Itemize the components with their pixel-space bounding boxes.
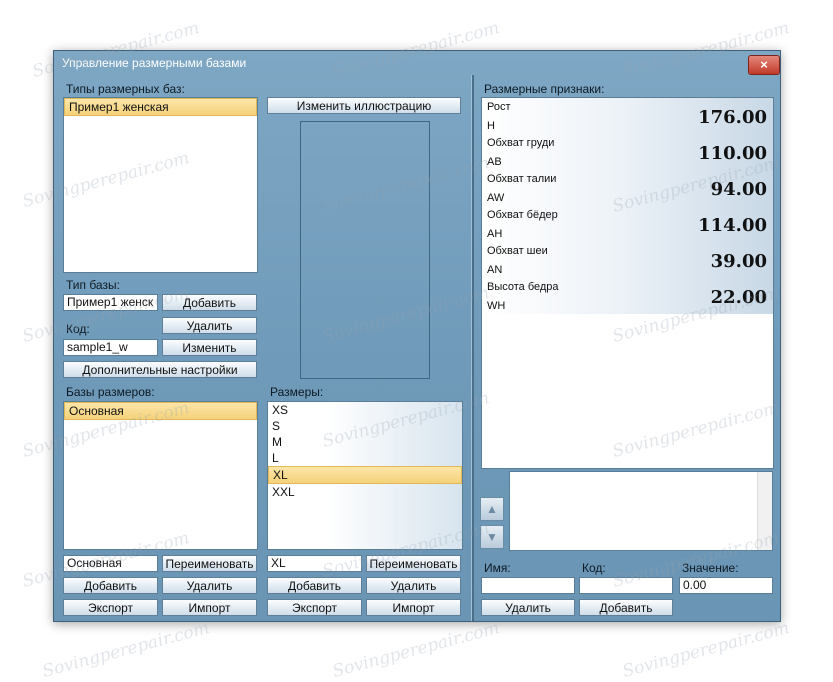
prop-name: Обхват груди <box>487 137 555 149</box>
prop-code: AW <box>487 192 505 204</box>
bases-label: Базы размеров: <box>66 385 155 399</box>
props-label: Размерные признаки: <box>484 82 605 96</box>
prop-code: AH <box>487 228 503 240</box>
list-item[interactable]: S <box>268 418 462 434</box>
code-label-right: Код: <box>582 561 606 575</box>
import-base-button[interactable]: Импорт <box>162 599 257 616</box>
types-label: Типы размерных баз: <box>66 82 185 96</box>
move-down-button[interactable]: ▼ <box>480 525 504 549</box>
prop-name: Обхват шеи <box>487 245 548 257</box>
add-base-button[interactable]: Добавить <box>63 577 158 594</box>
advanced-settings-button[interactable]: Дополнительные настройки <box>63 361 257 378</box>
export-base-button[interactable]: Экспорт <box>63 599 158 616</box>
close-button[interactable]: × <box>748 55 780 75</box>
prop-row[interactable]: Обхват шеи AN 39.00 <box>482 242 773 278</box>
list-item[interactable]: XS <box>268 402 462 418</box>
prop-row[interactable]: Обхват талии AW 94.00 <box>482 170 773 206</box>
arrow-up-icon: ▲ <box>486 502 498 516</box>
prop-value: 110.00 <box>698 143 767 164</box>
arrow-down-icon: ▼ <box>486 530 498 544</box>
prop-row[interactable]: Обхват бёдер AH 114.00 <box>482 206 773 242</box>
prop-code-input[interactable] <box>579 577 673 594</box>
prop-code: WH <box>487 300 506 312</box>
prop-code: AB <box>487 156 502 168</box>
prop-value: 114.00 <box>698 215 767 236</box>
add-type-button[interactable]: Добавить <box>162 294 257 311</box>
import-size-button[interactable]: Импорт <box>366 599 461 616</box>
panel-divider[interactable] <box>471 75 474 621</box>
base-type-input[interactable]: Пример1 женск <box>63 294 158 311</box>
name-label: Имя: <box>484 561 511 575</box>
list-item[interactable]: Пример1 женская <box>64 98 257 116</box>
list-item[interactable]: XXL <box>268 484 462 500</box>
types-list[interactable]: Пример1 женская <box>63 97 258 273</box>
size-props-list[interactable]: Рост H 176.00 Обхват груди AB 110.00 Обх… <box>481 97 774 469</box>
window-title: Управление размерными базами <box>62 56 247 70</box>
delete-prop-button[interactable]: Удалить <box>481 599 575 616</box>
prop-name: Обхват талии <box>487 173 557 185</box>
move-up-button[interactable]: ▲ <box>480 497 504 521</box>
value-label: Значение: <box>682 561 739 575</box>
base-type-label: Тип базы: <box>66 278 120 292</box>
list-item[interactable]: Основная <box>64 402 257 420</box>
prop-value: 94.00 <box>710 179 767 200</box>
code-input[interactable]: sample1_w <box>63 339 158 356</box>
prop-row[interactable]: Рост H 176.00 <box>482 98 773 134</box>
sizes-list[interactable]: XS S M L XL XXL <box>267 401 463 550</box>
watermark: Sovingperepair.com <box>330 618 502 682</box>
rename-size-button[interactable]: Переименовать <box>366 555 461 572</box>
scrollbar[interactable] <box>757 472 772 550</box>
delete-size-button[interactable]: Удалить <box>366 577 461 594</box>
title-bar[interactable]: Управление размерными базами × <box>54 51 780 75</box>
prop-value: 39.00 <box>710 251 767 272</box>
illustration-frame <box>300 121 430 379</box>
prop-name-input[interactable] <box>481 577 575 594</box>
prop-row[interactable]: Высота бедра WH 22.00 <box>482 278 773 314</box>
list-item[interactable]: L <box>268 450 462 466</box>
sizes-label: Размеры: <box>270 385 324 399</box>
prop-name: Рост <box>487 101 511 113</box>
prop-code: AN <box>487 264 503 276</box>
list-item[interactable]: XL <box>268 466 462 484</box>
change-type-button[interactable]: Изменить <box>162 339 257 356</box>
prop-value-input[interactable]: 0.00 <box>679 577 773 594</box>
base-name-input[interactable]: Основная <box>63 555 158 572</box>
list-item[interactable]: M <box>268 434 462 450</box>
prop-value: 22.00 <box>710 287 767 308</box>
export-size-button[interactable]: Экспорт <box>267 599 362 616</box>
delete-base-button[interactable]: Удалить <box>162 577 257 594</box>
watermark: Sovingperepair.com <box>40 618 212 682</box>
rename-base-button[interactable]: Переименовать <box>162 555 257 572</box>
change-illustration-button[interactable]: Изменить иллюстрацию <box>267 97 461 114</box>
bases-list[interactable]: Основная <box>63 401 258 550</box>
prop-name: Высота бедра <box>487 281 559 293</box>
size-name-input[interactable]: XL <box>267 555 362 572</box>
delete-type-button[interactable]: Удалить <box>162 317 257 334</box>
code-label: Код: <box>66 322 90 336</box>
description-textarea[interactable] <box>509 471 773 551</box>
prop-name: Обхват бёдер <box>487 209 558 221</box>
add-size-button[interactable]: Добавить <box>267 577 362 594</box>
watermark: Sovingperepair.com <box>620 618 792 682</box>
add-prop-button[interactable]: Добавить <box>579 599 673 616</box>
prop-code: H <box>487 120 495 132</box>
prop-row[interactable]: Обхват груди AB 110.00 <box>482 134 773 170</box>
size-bases-window: Управление размерными базами × Типы разм… <box>53 50 781 622</box>
prop-value: 176.00 <box>698 107 767 128</box>
